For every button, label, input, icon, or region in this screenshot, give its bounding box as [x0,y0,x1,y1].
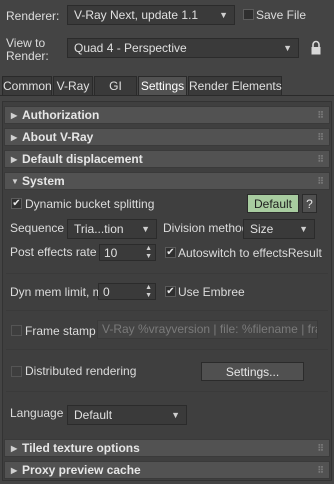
spinner-arrows-icon: ▲ ▼ [145,284,152,299]
rollout-proxy-preview-cache[interactable]: ▶ Proxy preview cache ⠿ [4,461,330,479]
frame-stamp-checkbox[interactable] [11,325,22,336]
division-method-label: Division method [163,221,249,235]
rollout-title: Authorization [22,108,100,122]
rollout-about-vray[interactable]: ▶ About V-Ray ⠿ [4,128,330,146]
rollout-authorization[interactable]: ▶ Authorization ⠿ [4,106,330,124]
rollout-system[interactable]: ▼ System ⠿ [4,172,330,190]
save-file-checkbox[interactable] [243,9,254,20]
default-button[interactable]: Default [247,194,299,213]
language-value: Default [74,408,113,422]
tab-render-elements[interactable]: Render Elements [188,76,282,95]
separator [6,273,328,274]
dyn-mem-spinner[interactable]: 0 ▲ ▼ [98,283,156,300]
rollout-title: System [22,174,65,188]
renderer-dropdown[interactable]: V-Ray Next, update 1.1 ▼ [67,5,235,25]
settings-button[interactable]: Settings... [201,362,304,381]
autoswitch-label: Autoswitch to effectsResult [178,246,322,260]
division-method-dropdown[interactable]: Size ▼ [243,219,315,239]
chevron-down-icon: ▼ [299,224,308,234]
grip-icon: ⠿ [317,154,324,164]
expand-arrow-icon: ▶ [11,133,18,142]
grip-icon: ⠿ [317,443,324,453]
tab-common[interactable]: Common [2,76,52,95]
frame-stamp-input[interactable]: V-Ray %vrayversion | file: %filename | f… [97,320,318,339]
post-effects-value: 10 [104,246,118,260]
grip-icon: ⠿ [317,132,324,142]
sequence-dropdown[interactable]: Tria...tion ▼ [67,219,157,239]
dynamic-bucket-label: Dynamic bucket splitting [25,197,155,211]
separator [6,349,328,350]
rollout-title: Proxy preview cache [22,463,141,477]
rollout-title: Default displacement [22,152,143,166]
grip-icon: ⠿ [317,465,324,475]
sequence-label: Sequence [10,221,65,235]
renderer-label: Renderer: [6,9,60,23]
expand-arrow-icon: ▶ [11,111,18,120]
sequence-value: Tria...tion [74,222,124,236]
distributed-rendering-checkbox[interactable] [11,366,22,377]
view-value: Quad 4 - Perspective [74,41,187,55]
help-button[interactable]: ? [302,194,317,213]
spinner-arrows-icon: ▲ ▼ [145,245,152,260]
autoswitch-checkbox[interactable]: ✔ [165,247,176,258]
post-effects-label: Post effects rate [10,245,97,259]
save-file-label: Save File [256,8,307,22]
expand-arrow-icon: ▶ [11,155,18,164]
post-effects-spinner[interactable]: 10 ▲ ▼ [99,244,156,261]
chevron-down-icon: ▼ [219,10,228,20]
dyn-mem-value: 0 [103,285,110,299]
separator [6,391,328,392]
tab-vray[interactable]: V-Ray [53,76,93,95]
use-embree-checkbox[interactable]: ✔ [165,286,176,297]
rollout-default-displacement[interactable]: ▶ Default displacement ⠿ [4,150,330,168]
expand-arrow-icon: ▶ [11,466,18,475]
grip-icon: ⠿ [317,110,324,120]
view-dropdown[interactable]: Quad 4 - Perspective ▼ [67,38,299,58]
tab-settings[interactable]: Settings [138,76,187,95]
chevron-down-icon: ▼ [141,224,150,234]
tab-divider [0,95,334,96]
expand-arrow-icon: ▶ [11,444,18,453]
renderer-value: V-Ray Next, update 1.1 [74,8,199,22]
separator [6,310,328,311]
distributed-rendering-label: Distributed rendering [25,364,137,378]
division-method-value: Size [250,222,274,236]
collapse-arrow-icon: ▼ [11,177,19,186]
grip-icon: ⠿ [317,176,324,186]
language-dropdown[interactable]: Default ▼ [67,405,187,425]
rollout-title: Tiled texture options [22,441,140,455]
dynamic-bucket-checkbox[interactable]: ✔ [11,198,22,209]
chevron-down-icon: ▼ [283,43,292,53]
tab-gi[interactable]: GI [94,76,137,95]
chevron-down-icon: ▼ [171,410,180,420]
lock-icon[interactable] [310,40,322,56]
rollout-tiled-texture-options[interactable]: ▶ Tiled texture options ⠿ [4,439,330,457]
frame-stamp-label: Frame stamp [25,324,96,338]
view-to-render-label: View to Render: [6,36,49,63]
dyn-mem-label: Dyn mem limit, mb [10,285,110,299]
language-label: Language [10,406,64,420]
rollout-title: About V-Ray [22,130,94,144]
use-embree-label: Use Embree [178,285,245,299]
